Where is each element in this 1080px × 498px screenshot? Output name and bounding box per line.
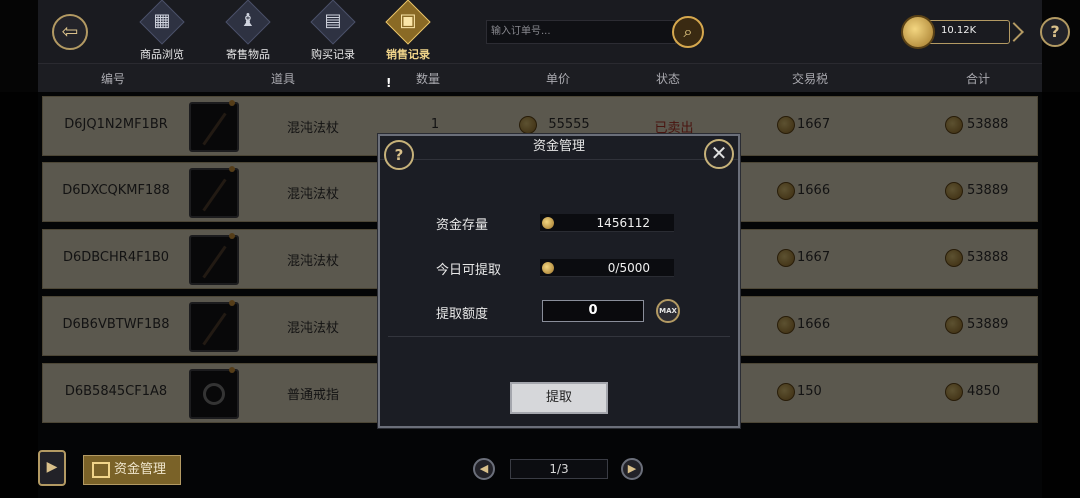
table-header: 编号 道具 数量 单价 状态 交易税 合计 xyxy=(38,64,1042,92)
cursor-mark: ! xyxy=(386,76,392,90)
search-button[interactable]: ⌕ xyxy=(672,16,704,48)
page-indicator: 1/3 xyxy=(510,459,608,479)
chevron-right-icon: ▶ xyxy=(627,462,637,475)
col-id: 编号 xyxy=(100,72,125,86)
gold-coin-icon xyxy=(542,262,554,274)
dialog-help-button[interactable]: ? xyxy=(384,140,414,170)
tab-consign[interactable]: ♝ 寄售物品 xyxy=(208,0,288,62)
shop-icon: ▦ xyxy=(137,0,187,45)
next-page-button[interactable]: ▶ xyxy=(621,458,643,480)
max-button[interactable]: MAX xyxy=(656,299,680,323)
tab-sales-history[interactable]: ▣ 销售记录 xyxy=(368,0,448,62)
tab-label: 寄售物品 xyxy=(226,48,270,61)
col-item: 道具 xyxy=(270,72,295,86)
tab-purchase-history[interactable]: ▤ 购买记录 xyxy=(293,0,373,62)
col-price: 单价 xyxy=(545,72,570,86)
dialog-title: 资金管理 xyxy=(380,136,738,160)
withdraw-amount-label: 提取额度 xyxy=(436,307,489,322)
chevron-right-icon xyxy=(1004,22,1024,42)
side-expand-button[interactable]: ▶ xyxy=(38,450,66,486)
top-bar: ⇦ ▦ 商品浏览 ♝ 寄售物品 ▤ 购买记录 ▣ 销售记录 输入订单号... ⌕… xyxy=(38,0,1070,64)
tab-label: 购买记录 xyxy=(311,48,355,61)
tab-label: 商品浏览 xyxy=(140,48,184,61)
prev-page-button[interactable]: ◀ xyxy=(473,458,495,480)
gold-coin-icon xyxy=(542,217,554,229)
fund-stock-label: 资金存量 xyxy=(436,218,489,233)
back-button[interactable]: ⇦ xyxy=(52,14,88,50)
game-screen: ⇦ ▦ 商品浏览 ♝ 寄售物品 ▤ 购买记录 ▣ 销售记录 输入订单号... ⌕… xyxy=(0,0,1080,498)
currency-balance: 10.12K xyxy=(941,25,977,36)
withdraw-amount-input[interactable]: 0 xyxy=(542,300,644,322)
fund-management-button[interactable]: 资金管理 xyxy=(83,455,181,485)
fund-stock-field: 1456112 xyxy=(540,214,674,232)
divider xyxy=(388,336,730,337)
back-arrow-icon: ⇦ xyxy=(61,19,79,43)
ledger-icon: ▣ xyxy=(383,0,433,45)
bag-icon: ♝ xyxy=(223,0,273,45)
today-withdrawable-value: 0/5000 xyxy=(607,261,650,275)
tab-browse[interactable]: ▦ 商品浏览 xyxy=(122,0,202,62)
chevron-left-icon: ◀ xyxy=(479,462,489,475)
col-qty: 数量 xyxy=(415,72,440,86)
gold-coin-icon xyxy=(901,15,935,49)
currency-display[interactable]: 10.12K xyxy=(901,15,1024,49)
fund-management-label: 资金管理 xyxy=(114,462,167,477)
withdraw-button[interactable]: 提取 xyxy=(510,382,608,414)
close-icon: ✕ xyxy=(710,141,728,165)
book-icon: ▤ xyxy=(308,0,358,45)
order-search-input[interactable]: 输入订单号... xyxy=(486,20,676,44)
col-tax: 交易税 xyxy=(791,72,828,86)
tab-label: 销售记录 xyxy=(386,48,430,61)
play-icon: ▶ xyxy=(46,459,58,475)
col-total: 合计 xyxy=(965,72,990,86)
fund-stock-value: 1456112 xyxy=(596,216,650,230)
today-withdrawable-label: 今日可提取 xyxy=(436,263,502,278)
close-button[interactable]: ✕ xyxy=(704,139,734,169)
help-button[interactable]: ? xyxy=(1040,17,1070,47)
today-withdrawable-field: 0/5000 xyxy=(540,259,674,277)
fund-management-dialog: 资金管理 ? ✕ 资金存量 1456112 今日可提取 0/5000 提取额度 … xyxy=(378,134,740,428)
search-icon: ⌕ xyxy=(683,22,693,41)
col-status: 状态 xyxy=(655,72,680,86)
vault-icon xyxy=(92,462,110,478)
